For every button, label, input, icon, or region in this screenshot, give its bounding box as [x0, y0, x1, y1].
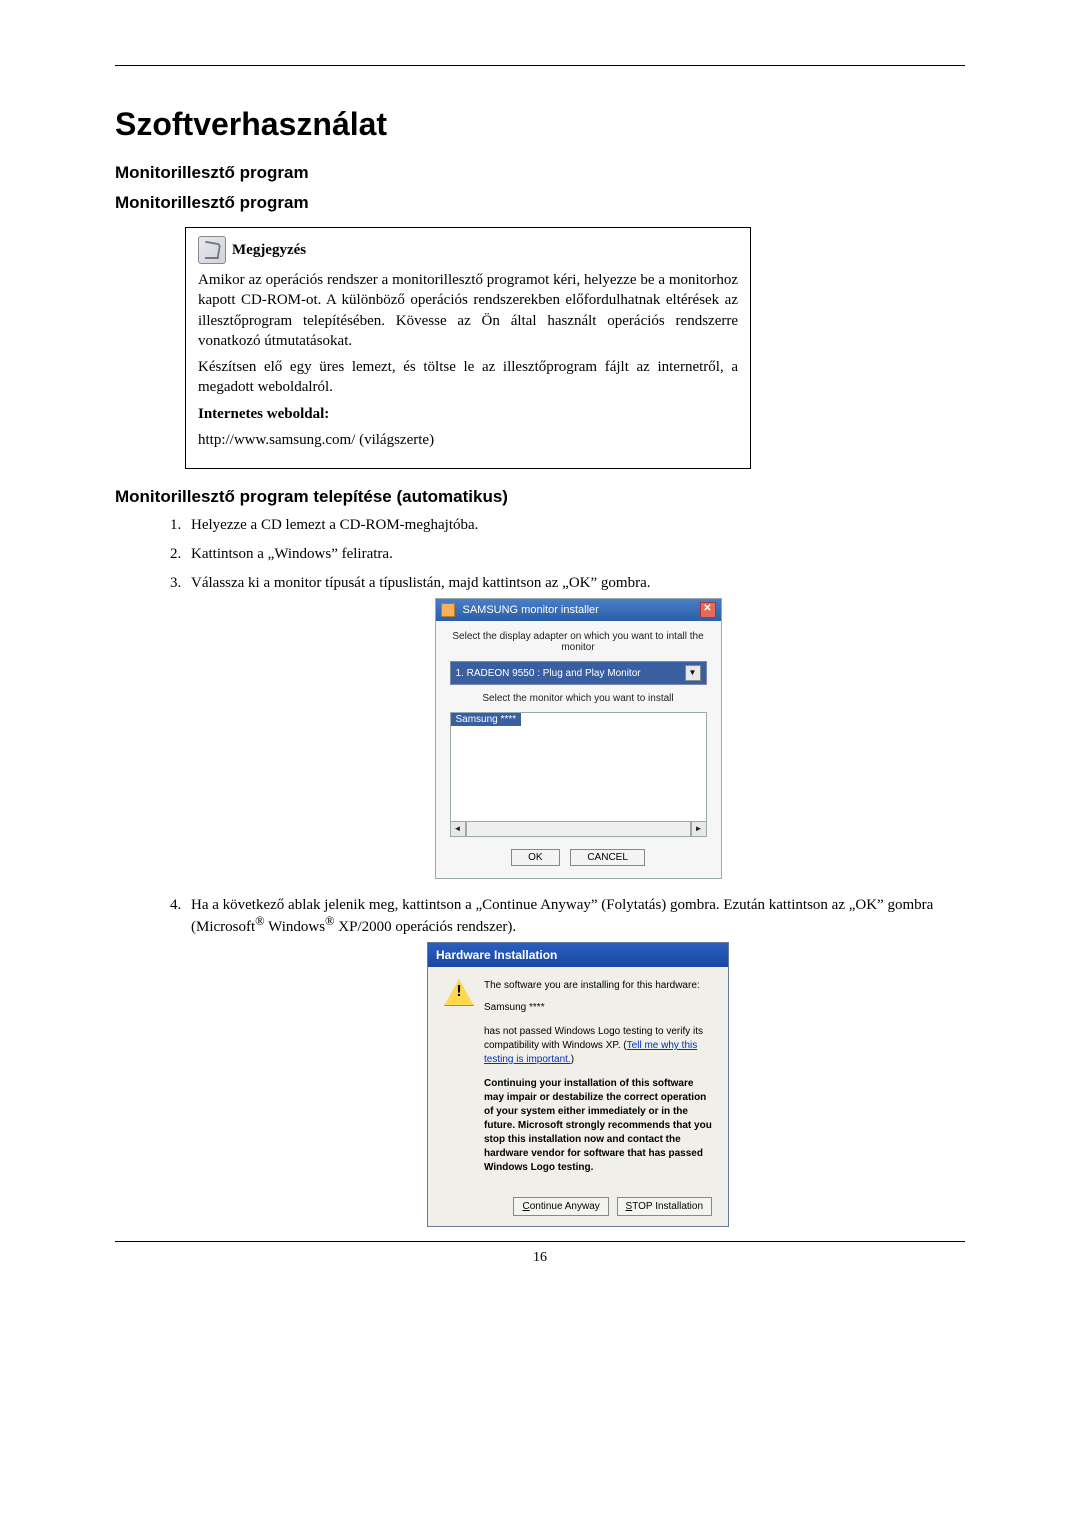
scroll-left-icon[interactable]: ◄	[450, 821, 466, 837]
adapter-dropdown[interactable]: 1. RADEON 9550 : Plug and Play Monitor ▼	[450, 661, 707, 685]
install-steps: Helyezze a CD lemezt a CD-ROM-meghajtóba…	[155, 517, 965, 1227]
monitor-label: Select the monitor which you want to ins…	[450, 693, 707, 704]
scroll-track[interactable]	[466, 821, 691, 837]
installer-title-text: SAMSUNG monitor installer	[463, 604, 599, 616]
note-icon	[198, 236, 226, 264]
hw-titlebar: Hardware Installation	[428, 943, 728, 967]
note-box: Megjegyzés Amikor az operációs rendszer …	[185, 227, 751, 469]
scroll-right-icon[interactable]: ►	[691, 821, 707, 837]
close-icon[interactable]: ✕	[700, 602, 716, 618]
chevron-down-icon[interactable]: ▼	[685, 665, 701, 681]
step-2: Kattintson a „Windows” feliratra.	[185, 546, 965, 563]
note-bold-line: Internetes weboldal:	[198, 404, 738, 424]
hw-bold-warning: Continuing your installation of this sof…	[484, 1077, 712, 1175]
step-4-text-c: XP/2000 operációs rendszer).	[335, 919, 517, 935]
bottom-rule	[115, 1241, 965, 1242]
step-4: Ha a következő ablak jelenik meg, kattin…	[185, 897, 965, 1227]
horizontal-scrollbar[interactable]: ◄ ►	[450, 821, 707, 837]
monitor-listbox[interactable]: Samsung ****	[450, 712, 707, 822]
hw-text-2: Samsung ****	[484, 1001, 712, 1015]
installer-titlebar: SAMSUNG monitor installer ✕	[436, 599, 721, 621]
note-heading: Megjegyzés	[198, 236, 738, 264]
hardware-install-dialog: Hardware Installation ! The software you…	[427, 942, 729, 1227]
note-paragraph-1: Amikor az operációs rendszer a monitoril…	[198, 270, 738, 351]
hw-text-1: The software you are installing for this…	[484, 979, 712, 993]
section-heading-3: Monitorillesztő program telepítése (auto…	[115, 487, 965, 507]
section-heading-2: Monitorillesztő program	[115, 193, 965, 213]
note-paragraph-2: Készítsen elő egy üres lemezt, és töltse…	[198, 357, 738, 398]
step-3: Válassza ki a monitor típusát a típuslis…	[185, 575, 965, 879]
hw-text-3: has not passed Windows Logo testing to v…	[484, 1025, 712, 1067]
top-rule	[115, 65, 965, 66]
page-title: Szoftverhasználat	[115, 106, 965, 143]
step-1: Helyezze a CD lemezt a CD-ROM-meghajtóba…	[185, 517, 965, 534]
note-heading-text: Megjegyzés	[232, 240, 306, 260]
adapter-dropdown-value: 1. RADEON 9550 : Plug and Play Monitor	[456, 668, 641, 679]
page-number: 16	[115, 1250, 965, 1266]
app-icon	[441, 603, 455, 617]
stop-installation-button[interactable]: STOP Installation	[617, 1197, 712, 1216]
note-url: http://www.samsung.com/ (világszerte)	[198, 430, 738, 450]
installer-dialog: SAMSUNG monitor installer ✕ Select the d…	[435, 598, 722, 879]
hw-text-3b: )	[571, 1054, 574, 1065]
continue-anyway-button[interactable]: Continue Anyway	[513, 1197, 608, 1216]
section-heading-1: Monitorillesztő program	[115, 163, 965, 183]
adapter-label: Select the display adapter on which you …	[450, 631, 707, 653]
warning-icon: !	[444, 979, 474, 1006]
step-3-text: Válassza ki a monitor típusát a típuslis…	[191, 575, 650, 591]
cancel-button[interactable]: CANCEL	[570, 849, 645, 866]
monitor-list-item[interactable]: Samsung ****	[451, 713, 522, 726]
ok-button[interactable]: OK	[511, 849, 559, 866]
step-4-text-b: Windows	[265, 919, 325, 935]
